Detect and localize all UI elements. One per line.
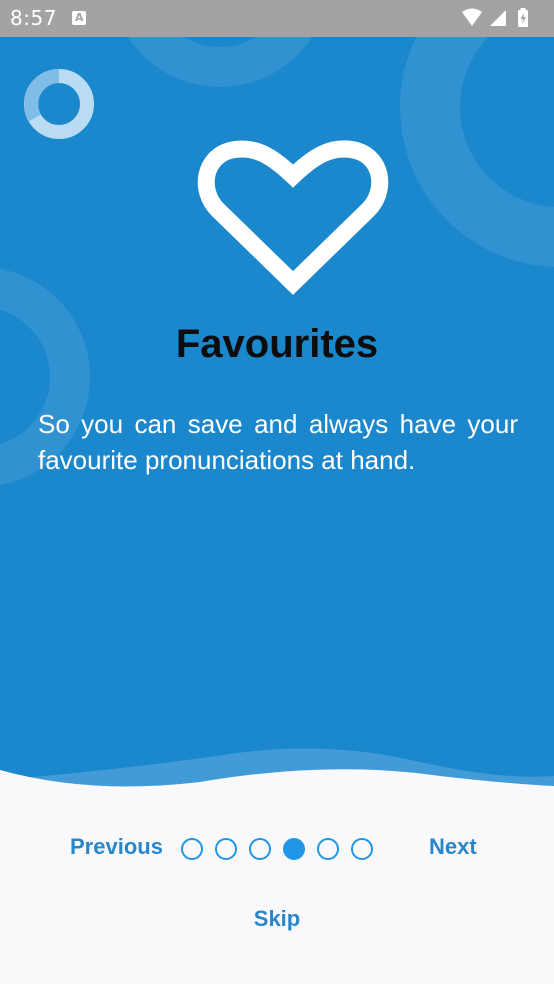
previous-button[interactable]: Previous xyxy=(70,834,163,860)
battery-charging-icon xyxy=(518,8,528,27)
ring-logo-icon xyxy=(24,69,94,139)
wifi-icon xyxy=(462,8,482,26)
status-time: 8:57 xyxy=(10,6,57,30)
heart-outline-icon xyxy=(197,140,389,295)
page-dot-active[interactable] xyxy=(283,838,305,860)
page-dot[interactable] xyxy=(351,838,373,860)
status-bar: 8:57 A xyxy=(0,0,554,37)
page-dot[interactable] xyxy=(317,838,339,860)
a-text-icon: A xyxy=(72,11,86,25)
next-button[interactable]: Next xyxy=(429,834,477,860)
page-dot[interactable] xyxy=(181,838,203,860)
page-description: So you can save and always have your fav… xyxy=(38,409,518,475)
status-icons xyxy=(460,7,544,29)
onboarding-screen: 8:57 A Favourites So you can save and al… xyxy=(0,0,554,984)
pager-navigation: Previous Next xyxy=(0,830,554,870)
page-title: Favourites xyxy=(175,322,379,366)
page-dot[interactable] xyxy=(249,838,271,860)
cellular-signal-icon xyxy=(490,10,506,26)
page-dot[interactable] xyxy=(215,838,237,860)
skip-button[interactable]: Skip xyxy=(0,906,554,932)
